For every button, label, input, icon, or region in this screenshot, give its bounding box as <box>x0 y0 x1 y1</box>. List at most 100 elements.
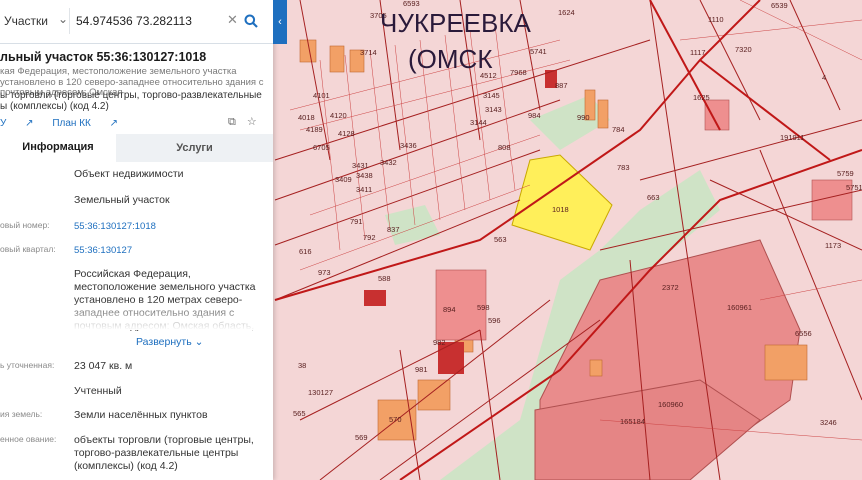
svg-text:784: 784 <box>612 125 625 134</box>
svg-text:4128: 4128 <box>338 129 355 138</box>
expand-button[interactable]: Развернуть ⌄ <box>136 336 203 348</box>
svg-text:808: 808 <box>498 143 511 152</box>
svg-text:3145: 3145 <box>483 91 500 100</box>
search-input[interactable]: 54.974536 73.282113 <box>76 14 192 28</box>
svg-text:3246: 3246 <box>820 418 837 427</box>
svg-text:4101: 4101 <box>313 91 330 100</box>
row-label: овый квартал: <box>0 244 56 254</box>
svg-text:894: 894 <box>443 305 456 314</box>
svg-text:3431: 3431 <box>352 161 369 170</box>
row-value: Учтенный <box>74 385 122 397</box>
row-label: ия земель: <box>0 409 43 419</box>
svg-text:160961: 160961 <box>727 303 752 312</box>
row-value: объекты торговли (торговые центры, торго… <box>74 434 254 472</box>
svg-text:191911: 191911 <box>780 133 804 142</box>
panel-actions: ⧉ ☆ <box>228 115 257 129</box>
svg-text:3714: 3714 <box>360 48 377 57</box>
svg-text:1173: 1173 <box>825 241 841 250</box>
row-value: Земли населённых пунктов <box>74 409 208 421</box>
svg-text:984: 984 <box>528 111 541 120</box>
svg-text:3409: 3409 <box>335 175 352 184</box>
svg-text:887: 887 <box>555 81 568 90</box>
svg-text:569: 569 <box>355 433 368 442</box>
row-value: Объект недвижимости <box>74 168 184 180</box>
svg-text:3411: 3411 <box>356 185 372 194</box>
row-label: енное ование: <box>0 434 57 444</box>
svg-text:3144: 3144 <box>470 118 487 127</box>
chevron-down-icon: ⌄ <box>194 336 204 348</box>
svg-text:7968: 7968 <box>510 68 527 77</box>
svg-text:3432: 3432 <box>380 158 397 167</box>
link-left[interactable]: У ↗ <box>0 118 34 129</box>
svg-text:1624: 1624 <box>558 8 575 17</box>
svg-text:6539: 6539 <box>771 1 788 10</box>
svg-text:1625: 1625 <box>693 93 710 102</box>
svg-text:783: 783 <box>617 163 630 172</box>
info-panel: Участки ⌄ 54.974536 73.282113 ✕ льный уч… <box>0 0 273 480</box>
svg-text:565: 565 <box>293 409 306 418</box>
svg-text:663: 663 <box>647 193 660 202</box>
svg-text:7320: 7320 <box>735 45 752 54</box>
svg-text:3436: 3436 <box>400 141 417 150</box>
svg-text:5741: 5741 <box>530 47 547 56</box>
search-icon <box>244 14 258 28</box>
svg-text:981: 981 <box>415 365 428 374</box>
search-bar: Участки ⌄ 54.974536 73.282113 ✕ <box>0 0 273 44</box>
svg-text:982: 982 <box>433 338 446 347</box>
place-label-chukreevka: ЧУКРЕЕВКА <box>380 8 532 38</box>
row-label: овый номер: <box>0 220 50 230</box>
svg-text:6556: 6556 <box>795 329 812 338</box>
cadastral-quarter-link[interactable]: 55:36:130127 <box>74 244 266 257</box>
svg-text:596: 596 <box>488 316 501 325</box>
search-button[interactable] <box>238 6 263 36</box>
tab-information[interactable]: Информация <box>0 134 116 162</box>
svg-text:616: 616 <box>299 247 312 256</box>
svg-text:5751: 5751 <box>846 183 862 192</box>
svg-text:160960: 160960 <box>658 400 683 409</box>
svg-text:973: 973 <box>318 268 331 277</box>
svg-text:4189: 4189 <box>306 125 323 134</box>
search-mode-select[interactable]: Участки <box>4 14 48 28</box>
svg-text:1117: 1117 <box>690 48 706 57</box>
svg-text:792: 792 <box>363 233 376 242</box>
parcel-kind: ы торговли (торговые центры, торгово-раз… <box>0 90 262 112</box>
svg-text:1018: 1018 <box>552 205 569 214</box>
svg-text:6705: 6705 <box>313 143 330 152</box>
svg-text:4018: 4018 <box>298 113 315 122</box>
text-fade <box>0 300 273 330</box>
row-value: Земельный участок <box>74 194 170 206</box>
svg-text:38: 38 <box>298 361 306 370</box>
clear-icon[interactable]: ✕ <box>227 12 238 28</box>
svg-text:791: 791 <box>350 217 363 226</box>
svg-text:1110: 1110 <box>708 15 724 24</box>
parcel-links: У ↗ План КК ↗ <box>0 118 134 129</box>
edit-icon[interactable]: ⧉ <box>228 116 236 128</box>
parcel-title: льный участок 55:36:130127:1018 <box>0 50 207 64</box>
star-icon[interactable]: ☆ <box>247 116 257 128</box>
link-plan-kk[interactable]: План КК ↗ <box>52 118 118 129</box>
divider <box>69 8 70 34</box>
svg-text:570: 570 <box>389 415 402 424</box>
panel-tabs: Информация Услуги <box>0 134 273 162</box>
tab-services[interactable]: Услуги <box>116 134 273 162</box>
svg-text:598: 598 <box>477 303 490 312</box>
svg-text:563: 563 <box>494 235 507 244</box>
svg-text:4: 4 <box>822 73 826 82</box>
cadastral-number-link[interactable]: 55:36:130127:1018 <box>74 220 266 233</box>
chevron-down-icon[interactable]: ⌄ <box>58 12 68 26</box>
svg-text:130127: 130127 <box>308 388 333 397</box>
svg-text:588: 588 <box>378 274 391 283</box>
panel-collapse-tab[interactable]: ‹ <box>273 0 287 44</box>
svg-text:990: 990 <box>577 113 590 122</box>
svg-text:3438: 3438 <box>356 171 373 180</box>
svg-text:2372: 2372 <box>662 283 679 292</box>
svg-text:6593: 6593 <box>403 0 420 8</box>
row-label: ь уточненная: <box>0 360 55 370</box>
svg-text:3143: 3143 <box>485 105 502 114</box>
svg-text:4120: 4120 <box>330 111 347 120</box>
place-label-omsk: (ОМСК <box>408 44 492 74</box>
chevron-left-icon: ‹ <box>278 16 282 28</box>
svg-text:837: 837 <box>387 225 400 234</box>
svg-text:165184: 165184 <box>620 417 645 426</box>
svg-text:5759: 5759 <box>837 169 854 178</box>
